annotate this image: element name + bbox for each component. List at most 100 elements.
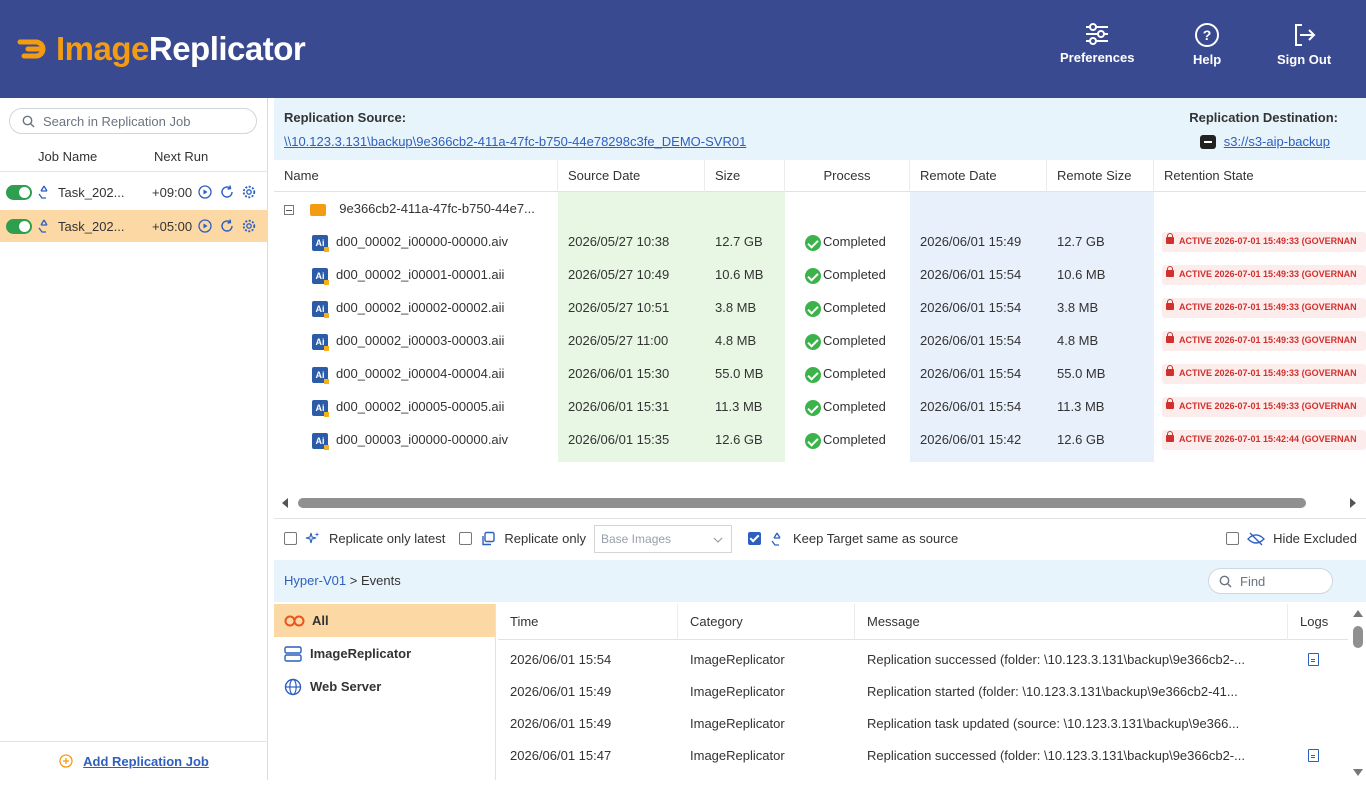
source-date: 2026/06/01 15:31 <box>568 399 670 414</box>
retention-state: ACTIVE 2026-07-01 15:49:33 (GOVERNAN <box>1166 225 1366 258</box>
event-row[interactable]: 2026/06/01 15:49 ImageReplicator Replicati… <box>498 708 1348 740</box>
scrollbar-thumb[interactable] <box>298 498 1306 508</box>
job-row[interactable]: Task_202... +09:00 <box>0 176 268 208</box>
event-category: ImageReplicator <box>690 684 785 699</box>
scroll-down-icon[interactable] <box>1352 768 1364 778</box>
replicate-latest-checkbox[interactable] <box>284 532 297 545</box>
file-row[interactable]: Ai d00_00002_i00002-00002.aii 2026/05/27 1… <box>274 291 1366 324</box>
grid-header: Name Source Date Size Process Remote Dat… <box>274 160 1366 192</box>
size: 10.6 MB <box>715 267 764 282</box>
scroll-left-icon[interactable] <box>280 497 290 509</box>
event-row[interactable]: 2026/06/01 15:49 ImageReplicator Replicati… <box>498 676 1348 708</box>
log-file-icon[interactable] <box>1308 653 1319 669</box>
file-row[interactable]: Ai d00_00002_i00001-00001.aii 2026/05/27 1… <box>274 258 1366 291</box>
hide-excluded-label: Hide Excluded <box>1273 531 1357 546</box>
job-row[interactable]: Task_202... +05:00 <box>0 210 268 242</box>
col-size[interactable]: Size <box>705 160 785 192</box>
replicate-only-checkbox[interactable] <box>459 532 473 545</box>
find-input[interactable]: Find <box>1208 568 1333 594</box>
col-category[interactable]: Category <box>678 604 855 640</box>
source-date: 2026/06/01 15:30 <box>568 366 670 381</box>
refresh-icon[interactable] <box>220 185 234 199</box>
destination-label: Replication Destination: <box>1189 110 1338 125</box>
retention-label: ACTIVE 2026-07-01 15:42:44 (GOVERNAN <box>1179 434 1357 444</box>
file-name: d00_00002_i00000-00000.aiv <box>336 234 509 249</box>
event-row[interactable]: 2026/06/01 15:47 ImageReplicator Replicati… <box>498 740 1348 772</box>
main-panel: Replication Source: \\10.123.3.131\backu… <box>274 98 1366 780</box>
play-icon[interactable] <box>198 185 212 199</box>
file-name: d00_00002_i00005-00005.aii <box>336 399 505 414</box>
lock-icon <box>1166 398 1174 410</box>
remote-size: 55.0 MB <box>1057 366 1106 381</box>
category-label: Web Server <box>310 679 382 694</box>
log-file-icon[interactable] <box>1308 749 1319 765</box>
retention-state: ACTIVE 2026-07-01 15:49:33 (GOVERNAN <box>1166 390 1366 423</box>
collapse-icon[interactable] <box>284 204 294 215</box>
refresh-icon[interactable] <box>220 219 234 233</box>
preferences-label: Preferences <box>1060 50 1135 65</box>
breadcrumb-host[interactable]: Hyper-V01 <box>284 573 346 588</box>
col-time[interactable]: Time <box>498 604 678 640</box>
job-enable-toggle[interactable] <box>6 218 32 234</box>
file-row[interactable]: Ai d00_00003_i00000-00000.aiv 2026/06/01 1… <box>274 423 1366 456</box>
events-toolbar: Hyper-V01 > Events Find <box>274 560 1366 602</box>
remote-date: 2026/06/01 15:42 <box>920 432 1022 447</box>
job-enable-toggle[interactable] <box>6 184 32 200</box>
category-label: ImageReplicator <box>310 646 412 661</box>
keep-target-checkbox[interactable] <box>748 532 761 545</box>
gear-icon[interactable] <box>242 219 256 233</box>
retention-state: ACTIVE 2026-07-01 15:49:33 (GOVERNAN <box>1166 357 1366 390</box>
sign-out-button[interactable]: Sign Out <box>1277 22 1331 67</box>
file-row[interactable]: Ai d00_00002_i00000-00000.aiv 2026/05/27 1… <box>274 225 1366 258</box>
gear-icon[interactable] <box>242 185 256 199</box>
category-imagereplicator[interactable]: ImageReplicator <box>274 637 495 670</box>
col-next-run[interactable]: Next Run <box>146 142 208 171</box>
col-retention-state[interactable]: Retention State <box>1154 160 1366 192</box>
scroll-right-icon[interactable] <box>1348 497 1358 509</box>
file-row[interactable]: Ai d00_00002_i00005-00005.aii 2026/06/01 1… <box>274 390 1366 423</box>
file-icon: Ai <box>312 366 329 384</box>
event-message: Replication successed (folder: \10.123.3… <box>867 652 1245 667</box>
process-status: Completed <box>805 258 886 291</box>
base-images-select[interactable]: Base Images <box>594 524 732 553</box>
col-name[interactable]: Name <box>274 160 558 192</box>
file-row[interactable]: Ai d00_00002_i00003-00003.aii 2026/05/27 1… <box>274 324 1366 357</box>
process-status: Completed <box>805 357 886 390</box>
col-remote-date[interactable]: Remote Date <box>910 160 1047 192</box>
job-name: Task_202... <box>58 184 125 200</box>
chevron-down-icon <box>713 537 723 543</box>
scroll-up-icon[interactable] <box>1352 608 1364 618</box>
file-name-cell: Ai d00_00002_i00001-00001.aii <box>312 258 558 291</box>
hide-excluded-checkbox[interactable] <box>1226 532 1240 545</box>
preferences-button[interactable]: Preferences <box>1060 22 1134 65</box>
category-label: All <box>312 613 329 628</box>
col-process[interactable]: Process <box>785 160 910 192</box>
remote-date: 2026/06/01 15:54 <box>920 267 1022 282</box>
category-web-server[interactable]: Web Server <box>274 670 495 703</box>
size: 11.3 MB <box>715 399 763 414</box>
col-message[interactable]: Message <box>855 604 1288 640</box>
process-status: Completed <box>805 390 886 423</box>
event-time: 2026/06/01 15:54 <box>510 652 612 667</box>
sliders-icon <box>1086 23 1109 45</box>
destination-link[interactable]: s3://s3-aip-backup <box>1199 134 1330 149</box>
help-button[interactable]: ? Help <box>1193 22 1221 67</box>
horizontal-scrollbar[interactable] <box>274 496 1366 510</box>
event-row[interactable]: 2026/06/01 15:54 ImageReplicator Replicati… <box>498 644 1348 676</box>
remote-date: 2026/06/01 15:49 <box>920 234 1022 249</box>
scrollbar-thumb[interactable] <box>1353 626 1363 648</box>
job-search-input[interactable]: Search in Replication Job <box>9 108 257 134</box>
file-icon: Ai <box>312 300 329 318</box>
col-logs[interactable]: Logs <box>1288 604 1348 640</box>
bucket-icon <box>1199 134 1216 149</box>
folder-row[interactable]: 9e366cb2-411a-47fc-b750-44e7... <box>274 192 1366 225</box>
col-source-date[interactable]: Source Date <box>558 160 705 192</box>
category-all[interactable]: All <box>274 604 495 637</box>
col-job-name[interactable]: Job Name <box>0 142 146 171</box>
add-replication-job-button[interactable]: Add Replication Job <box>0 741 268 780</box>
file-row[interactable]: Ai d00_00002_i00004-00004.aii 2026/06/01 1… <box>274 357 1366 390</box>
source-path-link[interactable]: \\10.123.3.131\backup\9e366cb2-411a-47fc… <box>284 134 746 149</box>
col-remote-size[interactable]: Remote Size <box>1047 160 1154 192</box>
events-vertical-scrollbar[interactable] <box>1350 604 1366 780</box>
play-icon[interactable] <box>198 219 212 233</box>
